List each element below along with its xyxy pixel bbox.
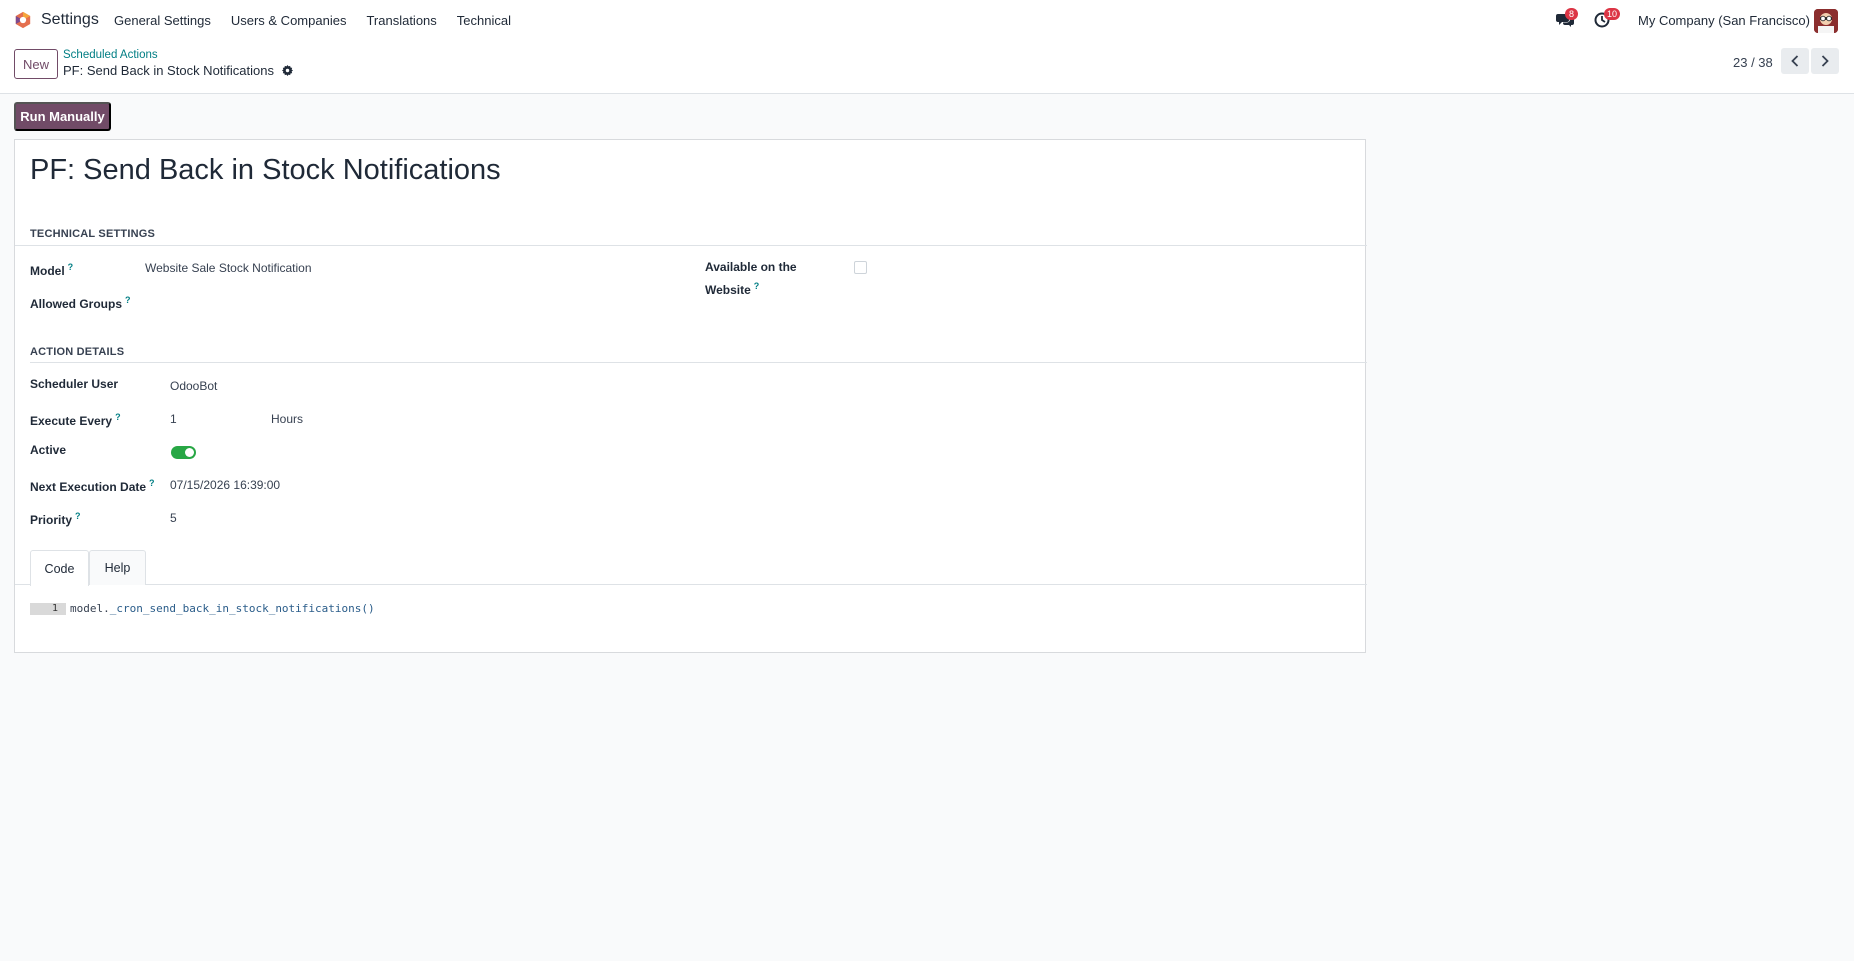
allowed-groups-label-text: Allowed Groups xyxy=(30,297,123,311)
help-icon[interactable]: ? xyxy=(68,262,74,272)
messages-button[interactable]: 8 xyxy=(1556,8,1578,28)
website-label: Available on the Website? xyxy=(705,258,797,300)
tab-code[interactable]: Code xyxy=(30,550,89,586)
execute-every-label: Execute Every? xyxy=(30,408,121,431)
scheduler-user-value[interactable]: OdooBot xyxy=(170,379,217,393)
execute-every-label-text: Execute Every xyxy=(30,414,113,428)
pager-previous-button[interactable] xyxy=(1781,48,1809,74)
help-icon[interactable]: ? xyxy=(149,478,155,488)
activities-badge: 10 xyxy=(1604,8,1621,20)
new-button[interactable]: New xyxy=(14,49,58,79)
chevron-left-icon xyxy=(1791,55,1799,67)
chevron-right-icon xyxy=(1821,55,1829,67)
active-toggle[interactable] xyxy=(171,446,196,459)
section-action-details: ACTION DETAILS xyxy=(30,346,125,358)
priority-label-text: Priority xyxy=(30,513,73,527)
gear-icon[interactable] xyxy=(281,65,293,76)
app-name[interactable]: Settings xyxy=(41,11,99,29)
model-value[interactable]: Website Sale Stock Notification xyxy=(145,261,312,275)
website-checkbox[interactable] xyxy=(854,261,867,274)
allowed-groups-label: Allowed Groups? xyxy=(30,291,131,314)
section-divider xyxy=(30,362,1367,363)
active-label: Active xyxy=(30,443,67,457)
settings-app-icon[interactable] xyxy=(14,11,32,29)
control-panel: New Scheduled Actions PF: Send Back in S… xyxy=(0,41,1854,94)
avatar-icon xyxy=(1814,9,1838,33)
run-manually-button[interactable]: Run Manually xyxy=(14,102,111,131)
help-icon[interactable]: ? xyxy=(115,412,121,422)
user-avatar[interactable] xyxy=(1814,9,1838,33)
toggle-knob xyxy=(185,448,194,457)
priority-label: Priority? xyxy=(30,507,81,530)
help-icon[interactable]: ? xyxy=(75,511,81,521)
model-label-text: Model xyxy=(30,264,65,278)
website-label-line2: Website xyxy=(705,283,751,297)
help-icon[interactable]: ? xyxy=(125,295,131,305)
website-label-line1: Available on the xyxy=(705,260,797,274)
breadcrumb-current-label: PF: Send Back in Stock Notifications xyxy=(63,63,274,78)
next-execution-label: Next Execution Date? xyxy=(30,474,155,497)
section-divider xyxy=(15,245,1367,246)
breadcrumb-scheduled-actions[interactable]: Scheduled Actions xyxy=(63,49,158,61)
execute-every-value[interactable]: 1 xyxy=(170,412,177,426)
section-technical-settings: TECHNICAL SETTINGS xyxy=(30,228,156,240)
menu-technical[interactable]: Technical xyxy=(447,0,521,41)
record-title[interactable]: PF: Send Back in Stock Notifications xyxy=(30,154,501,187)
help-icon[interactable]: ? xyxy=(754,281,760,291)
line-number: 1 xyxy=(30,602,66,615)
activities-button[interactable]: 10 xyxy=(1594,8,1621,28)
pager-next-button[interactable] xyxy=(1811,48,1839,74)
menu-translations[interactable]: Translations xyxy=(356,0,446,41)
top-navbar: Settings General Settings Users & Compan… xyxy=(0,0,1854,41)
priority-value[interactable]: 5 xyxy=(170,511,177,525)
next-execution-value[interactable]: 07/15/2026 16:39:00 xyxy=(170,478,280,492)
next-execution-label-text: Next Execution Date xyxy=(30,480,147,494)
execute-every-unit[interactable]: Hours xyxy=(271,412,303,426)
form-sheet: PF: Send Back in Stock Notifications TEC… xyxy=(14,139,1367,653)
scheduler-user-label: Scheduler User xyxy=(30,377,119,391)
code-editor-line[interactable]: 1 model. _cron_send_back_in_stock_notific… xyxy=(30,602,375,615)
tab-help[interactable]: Help xyxy=(89,550,146,585)
menu-users-companies[interactable]: Users & Companies xyxy=(221,0,357,41)
model-label: Model? xyxy=(30,258,73,281)
pager-value[interactable]: 23 / 38 xyxy=(1733,55,1773,70)
messages-badge: 8 xyxy=(1565,8,1578,20)
notebook-tabs: Code Help xyxy=(15,550,1367,586)
company-switcher[interactable]: My Company (San Francisco) xyxy=(1638,13,1810,28)
breadcrumb-current: PF: Send Back in Stock Notifications xyxy=(63,63,293,78)
code-call: _cron_send_back_in_stock_notifications() xyxy=(109,602,375,615)
code-prefix: model. xyxy=(70,602,110,615)
menu-general-settings[interactable]: General Settings xyxy=(104,0,221,41)
main-menu: General Settings Users & Companies Trans… xyxy=(104,0,521,41)
